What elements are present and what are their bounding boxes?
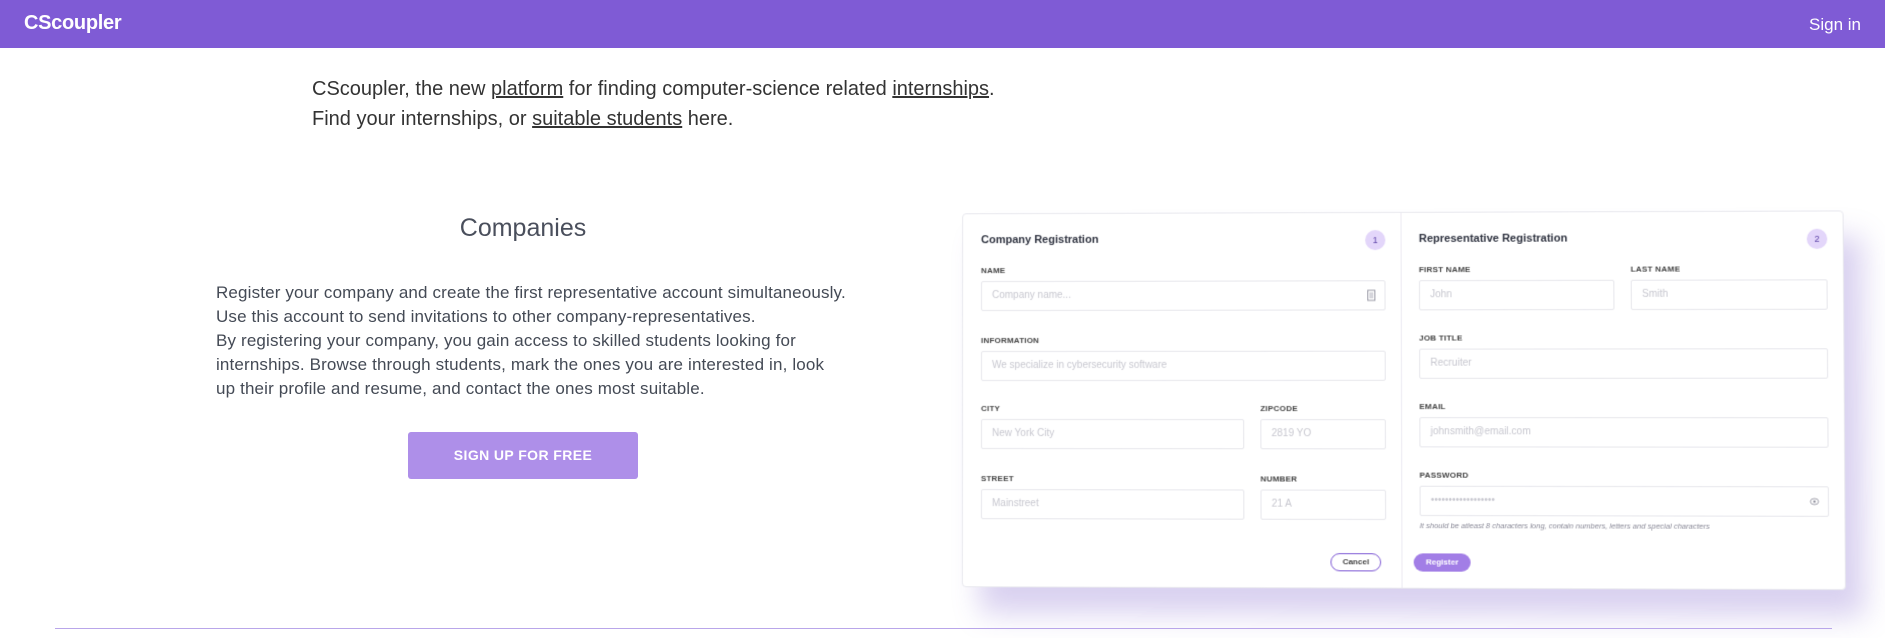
suitable-students-link[interactable]: suitable students — [532, 108, 682, 130]
first-name-input[interactable]: John — [1418, 279, 1615, 311]
intro-text-segment: CScoupler, the new — [312, 78, 491, 100]
platform-link[interactable]: platform — [491, 78, 563, 100]
password-hint: It should be atleast 8 characters long, … — [1419, 521, 1710, 531]
sign-up-for-free-button[interactable]: SIGN UP FOR FREE — [408, 432, 638, 479]
first-name-label: FIRST NAME — [1418, 264, 1471, 275]
intro-text-segment: . — [989, 78, 995, 100]
intro-line-1: CScoupler, the new platform for finding … — [312, 74, 995, 104]
intro-line-2: Find your internships, or suitable stude… — [312, 104, 995, 134]
password-input[interactable]: •••••••••••••••••• — [1419, 485, 1830, 517]
company-registration-section: Company Registration 1 NAME Company name… — [962, 212, 1403, 588]
email-input[interactable]: johnsmith@email.com — [1419, 417, 1829, 448]
step-badge: 2 — [1806, 228, 1828, 250]
representative-registration-title: Representative Registration — [1418, 232, 1568, 245]
document-icon — [1366, 289, 1376, 301]
password-label: PASSWORD — [1419, 470, 1469, 480]
intro-text-segment: here. — [682, 108, 734, 130]
internships-link[interactable]: internships — [892, 78, 989, 100]
last-name-label: LAST NAME — [1630, 264, 1681, 274]
information-label: INFORMATION — [981, 335, 1040, 346]
footer-divider — [55, 628, 1832, 629]
top-navbar: CScoupler Sign in — [0, 0, 1885, 48]
sign-in-link[interactable]: Sign in — [1809, 15, 1861, 35]
city-input[interactable]: New York City — [980, 419, 1245, 450]
companies-desc-line: By registering your company, you gain ac… — [216, 331, 825, 398]
step-badge: 1 — [1365, 230, 1386, 251]
number-input[interactable]: 21 A — [1260, 489, 1387, 520]
last-name-input[interactable]: Smith — [1630, 279, 1828, 311]
representative-registration-section: Representative Registration 2 FIRST NAME… — [1403, 211, 1846, 589]
show-password-icon[interactable] — [1809, 495, 1819, 507]
email-label: EMAIL — [1419, 402, 1446, 412]
name-label: NAME — [981, 266, 1006, 276]
intro-text-segment: Find your internships, or — [312, 108, 533, 130]
job-title-input[interactable]: Recruiter — [1419, 348, 1829, 379]
company-registration-title: Company Registration — [981, 233, 1099, 247]
password-placeholder: •••••••••••••••••• — [1430, 494, 1495, 507]
register-button[interactable]: Register — [1413, 553, 1471, 572]
number-label: NUMBER — [1260, 474, 1298, 484]
cancel-button[interactable]: Cancel — [1330, 553, 1382, 572]
city-label: CITY — [980, 404, 1001, 414]
companies-desc-line: Use this account to send invitations to … — [216, 307, 756, 326]
zipcode-label: ZIPCODE — [1260, 404, 1298, 414]
job-title-label: JOB TITLE — [1419, 333, 1463, 343]
zipcode-input[interactable]: 2819 YO — [1260, 419, 1386, 450]
brand-logo[interactable]: CScoupler — [24, 12, 122, 35]
company-name-input[interactable]: Company name... — [981, 280, 1386, 312]
company-information-input[interactable]: We specialize in cybersecurity software — [981, 350, 1386, 381]
registration-form-preview: Company Registration 1 NAME Company name… — [961, 210, 1846, 591]
street-input[interactable]: Mainstreet — [980, 489, 1245, 520]
companies-heading: Companies — [459, 214, 587, 242]
intro-text-segment: for finding computer-science related — [563, 78, 893, 100]
intro-text: CScoupler, the new platform for finding … — [312, 74, 995, 134]
companies-description: Register your company and create the fir… — [216, 281, 846, 401]
companies-desc-line: Register your company and create the fir… — [216, 283, 846, 302]
company-name-placeholder: Company name... — [992, 289, 1072, 302]
street-label: STREET — [980, 474, 1014, 484]
